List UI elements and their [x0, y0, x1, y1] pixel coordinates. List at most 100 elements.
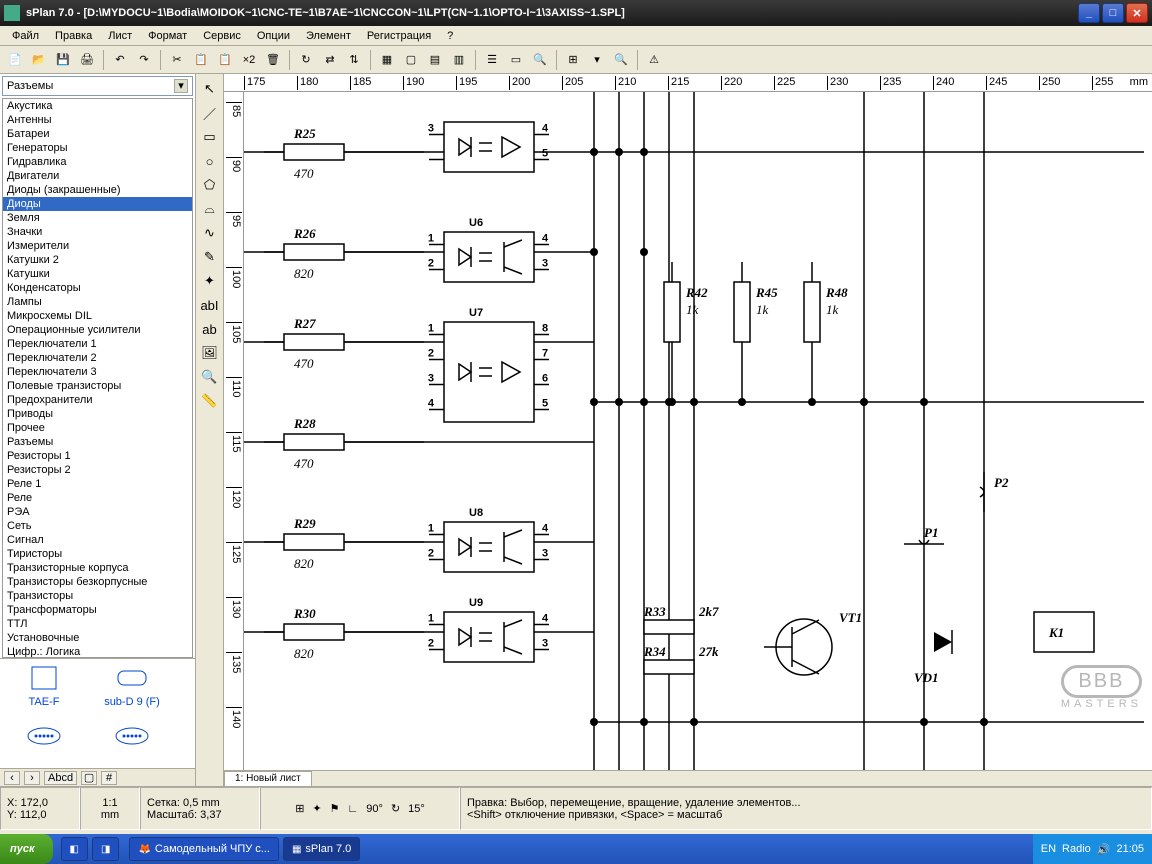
comp-extra2[interactable] — [92, 721, 172, 771]
category-item[interactable]: Установочные — [3, 631, 192, 645]
category-item[interactable]: Диоды (закрашенные) — [3, 183, 192, 197]
category-item[interactable]: Акустика — [3, 99, 192, 113]
close-button[interactable]: ✕ — [1126, 3, 1148, 23]
category-item[interactable]: ТТЛ — [3, 617, 192, 631]
category-item[interactable]: Полевые транзисторы — [3, 379, 192, 393]
comp-tae-f[interactable]: TAE-F — [4, 663, 84, 713]
category-item[interactable]: Батареи — [3, 127, 192, 141]
category-item[interactable]: Значки — [3, 225, 192, 239]
category-item[interactable]: Реле — [3, 491, 192, 505]
list-button[interactable]: ☰ — [481, 49, 503, 71]
minimize-button[interactable]: _ — [1078, 3, 1100, 23]
rect-tool[interactable]: ▭ — [199, 126, 221, 148]
zoom-button[interactable]: 🔍 — [610, 49, 632, 71]
front-button[interactable]: ▤ — [424, 49, 446, 71]
category-item[interactable]: Катушки 2 — [3, 253, 192, 267]
warn-button[interactable]: ⚠ — [643, 49, 665, 71]
category-item[interactable]: Конденсаторы — [3, 281, 192, 295]
flag-icon[interactable]: ⚑ — [330, 802, 340, 815]
category-item[interactable]: Микросхемы DIL — [3, 309, 192, 323]
category-item[interactable]: Транзисторы — [3, 589, 192, 603]
category-item[interactable]: Разъемы — [3, 435, 192, 449]
menu-edit[interactable]: Правка — [47, 28, 100, 44]
grid-icon[interactable]: ⊞ — [295, 802, 304, 815]
measure-tool[interactable]: 📏 — [199, 390, 221, 412]
label-tool[interactable]: ab — [199, 318, 221, 340]
line-tool[interactable]: ／ — [199, 102, 221, 124]
category-item[interactable]: Измерители — [3, 239, 192, 253]
image-tool[interactable]: 🖼 — [199, 342, 221, 364]
sheet-tab-1[interactable]: 1: Новый лист — [224, 771, 312, 786]
menu-file[interactable]: Файл — [4, 28, 47, 44]
dup-button[interactable]: ×2 — [238, 49, 260, 71]
speaker-icon[interactable]: 🔊 — [1097, 843, 1111, 856]
text-tool[interactable]: abI — [199, 294, 221, 316]
search-button[interactable]: 🔍 — [529, 49, 551, 71]
category-item[interactable]: Реле 1 — [3, 477, 192, 491]
category-item[interactable]: Сеть — [3, 519, 192, 533]
circle-tool[interactable]: ○ — [199, 150, 221, 172]
new-button[interactable]: 📄 — [4, 49, 26, 71]
clear-button[interactable]: ▢ — [81, 771, 97, 785]
category-item[interactable]: Переключатели 1 — [3, 337, 192, 351]
comp-subd9[interactable]: sub-D 9 (F) — [92, 663, 172, 713]
category-item[interactable]: Диоды — [3, 197, 192, 211]
bezier-tool[interactable]: ∿ — [199, 222, 221, 244]
category-item[interactable]: Земля — [3, 211, 192, 225]
quick-launch2[interactable]: ◨ — [92, 837, 119, 861]
tray-radio[interactable]: Radio — [1062, 843, 1091, 855]
category-item[interactable]: Переключатели 2 — [3, 351, 192, 365]
menu-service[interactable]: Сервис — [195, 28, 249, 44]
menu-element[interactable]: Элемент — [298, 28, 359, 44]
category-item[interactable]: Предохранители — [3, 393, 192, 407]
menu-options[interactable]: Опции — [249, 28, 298, 44]
task-splan[interactable]: ▦ sPlan 7.0 — [283, 837, 360, 861]
category-item[interactable]: Антенны — [3, 113, 192, 127]
zoom-tool[interactable]: 🔍 — [199, 366, 221, 388]
menu-format[interactable]: Формат — [140, 28, 195, 44]
category-item[interactable]: Приводы — [3, 407, 192, 421]
maximize-button[interactable]: □ — [1102, 3, 1124, 23]
category-item[interactable]: РЭА — [3, 505, 192, 519]
undo-button[interactable]: ↶ — [109, 49, 131, 71]
menu-help[interactable]: ? — [439, 28, 461, 44]
rotate-button[interactable]: ↻ — [295, 49, 317, 71]
ungroup-button[interactable]: ▢ — [400, 49, 422, 71]
category-item[interactable]: Резисторы 1 — [3, 449, 192, 463]
curve-tool[interactable]: ⌓ — [199, 198, 221, 220]
schematic-canvas[interactable]: R25470R26820R27470R28470R29820R30820345U… — [244, 92, 1152, 770]
scroll-right-button[interactable]: › — [24, 771, 40, 785]
print-button[interactable]: 🖨 — [76, 49, 98, 71]
category-item[interactable]: Катушки — [3, 267, 192, 281]
paste-button[interactable]: 📋 — [214, 49, 236, 71]
chevron-down-icon[interactable]: ▾ — [174, 79, 188, 93]
node-tool[interactable]: ✦ — [199, 270, 221, 292]
select-tool[interactable]: ↖ — [199, 78, 221, 100]
cut-button[interactable]: ✂ — [166, 49, 188, 71]
group-button[interactable]: ▦ — [376, 49, 398, 71]
category-item[interactable]: Транзисторные корпуса — [3, 561, 192, 575]
open-button[interactable]: 📂 — [28, 49, 50, 71]
delete-button[interactable]: 🗑 — [262, 49, 284, 71]
quick-launch[interactable]: ◧ — [61, 837, 88, 861]
category-item[interactable]: Транзисторы безкорпусные — [3, 575, 192, 589]
copy-button[interactable]: 📋 — [190, 49, 212, 71]
start-button[interactable]: пуск — [0, 834, 53, 864]
abcd-button[interactable]: Abcd — [44, 771, 77, 785]
menu-registration[interactable]: Регистрация — [359, 28, 439, 44]
snap-icon[interactable]: ✦ — [312, 802, 321, 815]
flip-v-button[interactable]: ⇅ — [343, 49, 365, 71]
scroll-left-button[interactable]: ‹ — [4, 771, 20, 785]
category-combo[interactable]: Разъемы ▾ — [2, 76, 193, 96]
category-list[interactable]: АкустикаАнтенныБатареиГенераторыГидравли… — [2, 98, 193, 658]
freehand-tool[interactable]: ✎ — [199, 246, 221, 268]
num-button[interactable]: # — [101, 771, 117, 785]
category-item[interactable]: Цифр.: Логика — [3, 645, 192, 658]
zoom-arrow[interactable]: ▾ — [586, 49, 608, 71]
category-item[interactable]: Гидравлика — [3, 155, 192, 169]
tray-lang[interactable]: EN — [1041, 843, 1056, 855]
category-item[interactable]: Генераторы — [3, 141, 192, 155]
poly-tool[interactable]: ⬠ — [199, 174, 221, 196]
grid-button[interactable]: ⊞ — [562, 49, 584, 71]
save-button[interactable]: 💾 — [52, 49, 74, 71]
